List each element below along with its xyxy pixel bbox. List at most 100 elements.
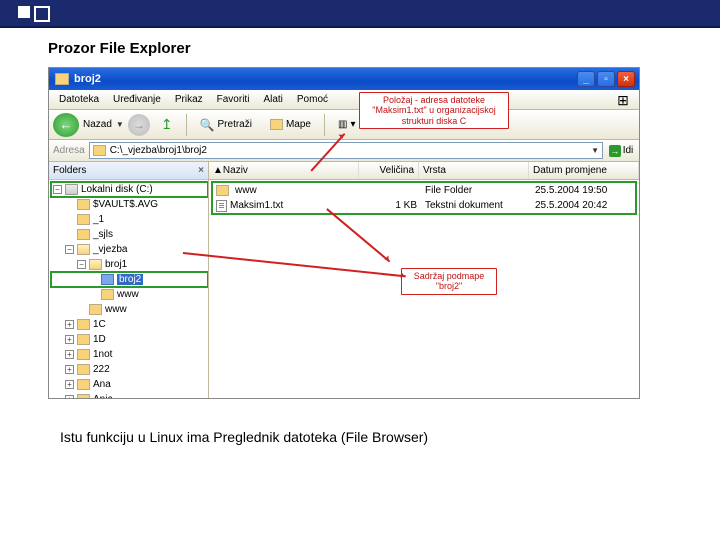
menu-view[interactable]: Prikaz — [169, 92, 209, 107]
tree-node[interactable]: + Anic — [51, 392, 208, 399]
up-icon: ↥ — [161, 116, 173, 133]
folders-pane: Folders × −Lokalni disk (C:)$VAULT$.AVG_… — [49, 162, 209, 399]
file-name: www — [235, 185, 257, 196]
menu-edit[interactable]: Uređivanje — [107, 92, 167, 107]
expand-toggle-icon[interactable]: − — [53, 185, 62, 194]
close-pane-icon[interactable]: × — [198, 165, 204, 176]
tree-label: www — [117, 287, 139, 302]
tree-node[interactable]: www — [51, 287, 208, 302]
column-headers[interactable]: ▲ Naziv Veličina Vrsta Datum promjene — [209, 162, 639, 180]
file-row[interactable]: wwwFile Folder25.5.2004 19:50 — [213, 183, 635, 198]
folder-tree[interactable]: −Lokalni disk (C:)$VAULT$.AVG_1_sjls−_vj… — [49, 180, 208, 399]
tree-label: Anic — [93, 392, 112, 399]
folders-icon — [270, 119, 283, 130]
folder-icon — [77, 319, 90, 330]
expand-toggle-icon[interactable]: − — [65, 245, 74, 254]
address-bar: Adresa C:\_vjezba\broj1\broj2 ▼ → Idi — [49, 140, 639, 162]
tree-node[interactable]: www — [51, 302, 208, 317]
menu-file[interactable]: Datoteka — [53, 92, 105, 107]
folder-icon — [77, 379, 90, 390]
tree-node[interactable]: +1D — [51, 332, 208, 347]
expand-toggle-icon[interactable]: − — [77, 260, 86, 269]
window-title: broj2 — [74, 73, 101, 85]
tree-node[interactable]: broj2 — [51, 272, 208, 287]
up-button[interactable]: ↥ — [154, 113, 180, 137]
address-input[interactable]: C:\_vjezba\broj1\broj2 ▼ — [89, 142, 603, 159]
tree-label: Lokalni disk (C:) — [81, 182, 153, 197]
tree-node[interactable]: _sjls — [51, 227, 208, 242]
back-dropdown-icon[interactable]: ▼ — [116, 120, 124, 129]
folder-icon — [77, 364, 90, 375]
folder-icon — [77, 394, 90, 399]
back-button[interactable]: ← — [53, 113, 79, 137]
folder-open-icon — [77, 244, 90, 255]
tree-node[interactable]: $VAULT$.AVG — [51, 197, 208, 212]
col-type[interactable]: Vrsta — [419, 162, 529, 179]
file-type: File Folder — [421, 185, 531, 196]
tree-node[interactable]: _1 — [51, 212, 208, 227]
tree-node[interactable]: +1not — [51, 347, 208, 362]
text-file-icon — [216, 200, 227, 212]
folder-icon — [77, 229, 90, 240]
expand-toggle-icon[interactable]: + — [65, 395, 74, 399]
tree-label: _vjezba — [93, 242, 127, 257]
col-name[interactable]: ▲ Naziv — [209, 162, 359, 179]
views-button[interactable]: ▥▾ — [331, 113, 362, 137]
folder-open-icon — [101, 274, 114, 285]
search-icon: 🔍 — [200, 118, 215, 132]
menu-help[interactable]: Pomoć — [291, 92, 334, 107]
menu-tools[interactable]: Alati — [257, 92, 288, 107]
menu-favorites[interactable]: Favoriti — [211, 92, 256, 107]
tree-label: broj2 — [117, 272, 143, 287]
tree-node[interactable]: − Lokalni disk (C:) — [51, 182, 208, 197]
close-button[interactable]: × — [617, 71, 635, 87]
folder-icon — [93, 145, 106, 156]
minimize-button[interactable]: _ — [577, 71, 595, 87]
folder-icon — [77, 349, 90, 360]
address-path: C:\_vjezba\broj1\broj2 — [110, 145, 207, 156]
explorer-window: broj2 _ ▫ × Datoteka Uređivanje Prikaz F… — [48, 67, 640, 399]
col-date[interactable]: Datum promjene — [529, 162, 639, 179]
expand-toggle-icon[interactable]: + — [65, 335, 74, 344]
forward-button[interactable]: → — [128, 114, 150, 136]
tree-label: 1D — [93, 332, 106, 347]
go-icon: → — [609, 145, 621, 157]
tree-node[interactable]: +1C — [51, 317, 208, 332]
tree-label: www — [105, 302, 127, 317]
tree-node[interactable]: +Ana — [51, 377, 208, 392]
address-dropdown-icon[interactable]: ▼ — [591, 146, 599, 155]
tree-label: _sjls — [93, 227, 113, 242]
main-area: Folders × −Lokalni disk (C:)$VAULT$.AVG_… — [49, 162, 639, 399]
folders-button[interactable]: Mape — [263, 113, 318, 137]
tree-label: $VAULT$.AVG — [93, 197, 158, 212]
tree-node[interactable]: −broj1 — [51, 257, 208, 272]
maximize-button[interactable]: ▫ — [597, 71, 615, 87]
search-button[interactable]: 🔍Pretraži — [193, 113, 259, 137]
file-row[interactable]: Maksim1.txt1 KBTekstni dokument25.5.2004… — [213, 198, 635, 213]
go-button[interactable]: → Idi — [607, 142, 635, 159]
tree-label: 1C — [93, 317, 106, 332]
expand-toggle-icon[interactable]: + — [65, 380, 74, 389]
disk-icon — [65, 184, 78, 195]
col-size[interactable]: Veličina — [359, 162, 419, 179]
tree-label: 1not — [93, 347, 112, 362]
address-label: Adresa — [53, 145, 85, 156]
expand-toggle-icon[interactable]: + — [65, 350, 74, 359]
folder-icon — [77, 214, 90, 225]
slide-header — [0, 0, 720, 28]
menu-bar: Datoteka Uređivanje Prikaz Favoriti Alat… — [49, 90, 639, 110]
file-size: 1 KB — [361, 200, 421, 211]
expand-toggle-icon[interactable]: + — [65, 320, 74, 329]
file-type: Tekstni dokument — [421, 200, 531, 211]
file-name: Maksim1.txt — [230, 200, 283, 211]
folder-icon — [77, 334, 90, 345]
tree-node[interactable]: +222 — [51, 362, 208, 377]
expand-toggle-icon[interactable]: + — [65, 365, 74, 374]
folder-open-icon — [89, 259, 102, 270]
folder-icon — [55, 73, 69, 85]
folder-icon — [101, 289, 114, 300]
slide-title: Prozor File Explorer — [48, 40, 720, 57]
window-titlebar[interactable]: broj2 _ ▫ × — [49, 68, 639, 90]
tree-label: 222 — [93, 362, 110, 377]
tree-node[interactable]: − _vjezba — [51, 242, 208, 257]
